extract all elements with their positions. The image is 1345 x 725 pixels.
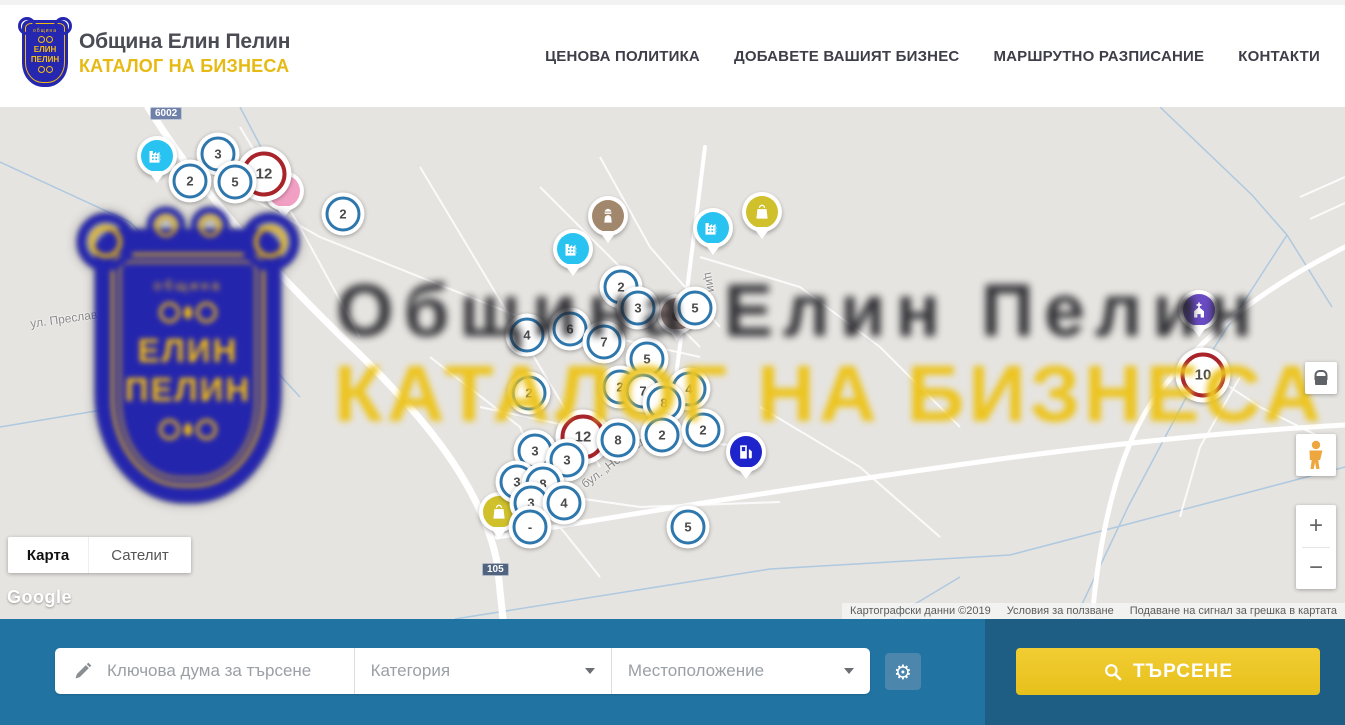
cluster-count: 4 [547, 486, 582, 521]
pegman-icon [1305, 440, 1327, 470]
cluster-marker[interactable]: 10 [1176, 348, 1231, 403]
cluster-count: 8 [601, 423, 636, 458]
cluster-count: 10 [1181, 353, 1226, 398]
category-pin-church[interactable] [1179, 290, 1219, 330]
map-type-control: Карта Сателит [8, 537, 191, 573]
factory-icon [563, 239, 583, 259]
satellite-view-button[interactable]: Сателит [89, 537, 191, 573]
location-select-value: Местоположение [628, 661, 764, 681]
cluster-count: 2 [173, 164, 208, 199]
worker-icon [598, 206, 618, 226]
shopping-bag-icon [489, 502, 509, 522]
location-select[interactable]: Местоположение [611, 648, 870, 694]
gear-icon: ⚙ [894, 662, 912, 682]
map-data-credit: Картографски данни ©2019 [850, 605, 991, 617]
map-view-button[interactable]: Карта [8, 537, 89, 573]
keyword-input[interactable] [105, 660, 340, 682]
site-title: Община Елин Пелин [79, 30, 290, 54]
zoom-out-button[interactable]: − [1296, 548, 1336, 590]
chevron-down-icon [585, 668, 595, 674]
cluster-marker[interactable]: 2 [682, 409, 725, 452]
factory-icon [147, 146, 167, 166]
search-button[interactable]: ТЪРСЕНЕ [1016, 648, 1320, 695]
cluster-marker[interactable]: 5 [674, 287, 717, 330]
cluster-marker[interactable]: 2 [508, 372, 551, 415]
map-canvas[interactable]: ул. Преславбул. „Новоселции6002105 32125… [0, 107, 1345, 619]
cluster-marker[interactable]: 7 [583, 321, 626, 364]
report-error-link[interactable]: Подаване на сигнал за грешка в картата [1130, 605, 1337, 617]
cluster-count: 5 [218, 165, 253, 200]
cluster-count: - [513, 510, 548, 545]
zoom-in-button[interactable]: + [1296, 505, 1336, 547]
cluster-marker[interactable]: - [509, 506, 552, 549]
site-subtitle: КАТАЛОГ НА БИЗНЕСА [79, 56, 290, 77]
site-logo[interactable]: община ЕЛИН ПЕЛИН Община Елин Пелин КАТА… [22, 20, 290, 87]
pegman-button[interactable] [1296, 434, 1336, 476]
cluster-count: 7 [587, 325, 622, 360]
cluster-count: 4 [510, 318, 545, 353]
zoom-control: + − [1296, 505, 1336, 589]
cluster-marker[interactable]: 3 [617, 287, 660, 330]
fuel-icon [736, 442, 756, 462]
nav-item-2[interactable]: ДОБАВЕТЕ ВАШИЯТ БИЗНЕС [734, 48, 959, 65]
category-pin-factory[interactable] [693, 208, 733, 248]
cluster-count: 5 [678, 291, 713, 326]
category-pin-fuel[interactable] [726, 432, 766, 472]
category-pin-worker[interactable] [588, 196, 628, 236]
search-icon [1103, 662, 1123, 682]
cluster-marker[interactable]: 5 [214, 161, 257, 204]
search-button-label: ТЪРСЕНЕ [1133, 661, 1233, 683]
category-select[interactable]: Категория [354, 648, 611, 694]
lock-button[interactable] [1305, 362, 1337, 394]
map-attribution: Картографски данни ©2019 Условия за полз… [842, 603, 1345, 619]
terms-link[interactable]: Условия за ползване [1007, 605, 1114, 617]
category-select-value: Категория [371, 661, 450, 681]
cluster-count: 2 [645, 418, 680, 453]
cluster-count: 2 [326, 197, 361, 232]
marker-layer: 32125223564752274822128333834-510 [0, 107, 1345, 619]
factory-icon [703, 218, 723, 238]
main-nav: ЦЕНОВА ПОЛИТИКА ДОБАВЕТЕ ВАШИЯТ БИЗНЕС МАР… [545, 5, 1320, 107]
municipality-crest-logo: община ЕЛИН ПЕЛИН [22, 20, 68, 87]
category-pin-shopping-bag[interactable] [742, 192, 782, 232]
nav-item-3[interactable]: МАРШРУТНО РАЗПИСАНИЕ [993, 48, 1204, 65]
cluster-marker[interactable]: 8 [597, 419, 640, 462]
cluster-marker[interactable]: 4 [506, 314, 549, 357]
cluster-marker[interactable]: 2 [322, 193, 365, 236]
cluster-count: 2 [686, 413, 721, 448]
nav-item-4[interactable]: КОНТАКТИ [1238, 48, 1320, 65]
cluster-marker[interactable]: 2 [641, 414, 684, 457]
search-bar: Категория Местоположение ⚙ ТЪРСЕНЕ [0, 619, 1345, 725]
shopping-bag-icon [752, 202, 772, 222]
cluster-marker[interactable]: 2 [169, 160, 212, 203]
cluster-count: 2 [512, 376, 547, 411]
google-logo[interactable]: Google [7, 587, 72, 608]
header: община ЕЛИН ПЕЛИН Община Елин Пелин КАТА… [0, 5, 1345, 107]
church-icon [1189, 300, 1209, 320]
cluster-count: 3 [621, 291, 656, 326]
nav-item-1[interactable]: ЦЕНОВА ПОЛИТИКА [545, 48, 700, 65]
pencil-icon [73, 661, 93, 681]
cluster-marker[interactable]: 5 [667, 506, 710, 549]
cluster-count: 5 [671, 510, 706, 545]
advanced-settings-button[interactable]: ⚙ [885, 653, 921, 690]
search-pill: Категория Местоположение [55, 648, 870, 694]
chevron-down-icon [844, 668, 854, 674]
category-pin-factory[interactable] [553, 229, 593, 269]
